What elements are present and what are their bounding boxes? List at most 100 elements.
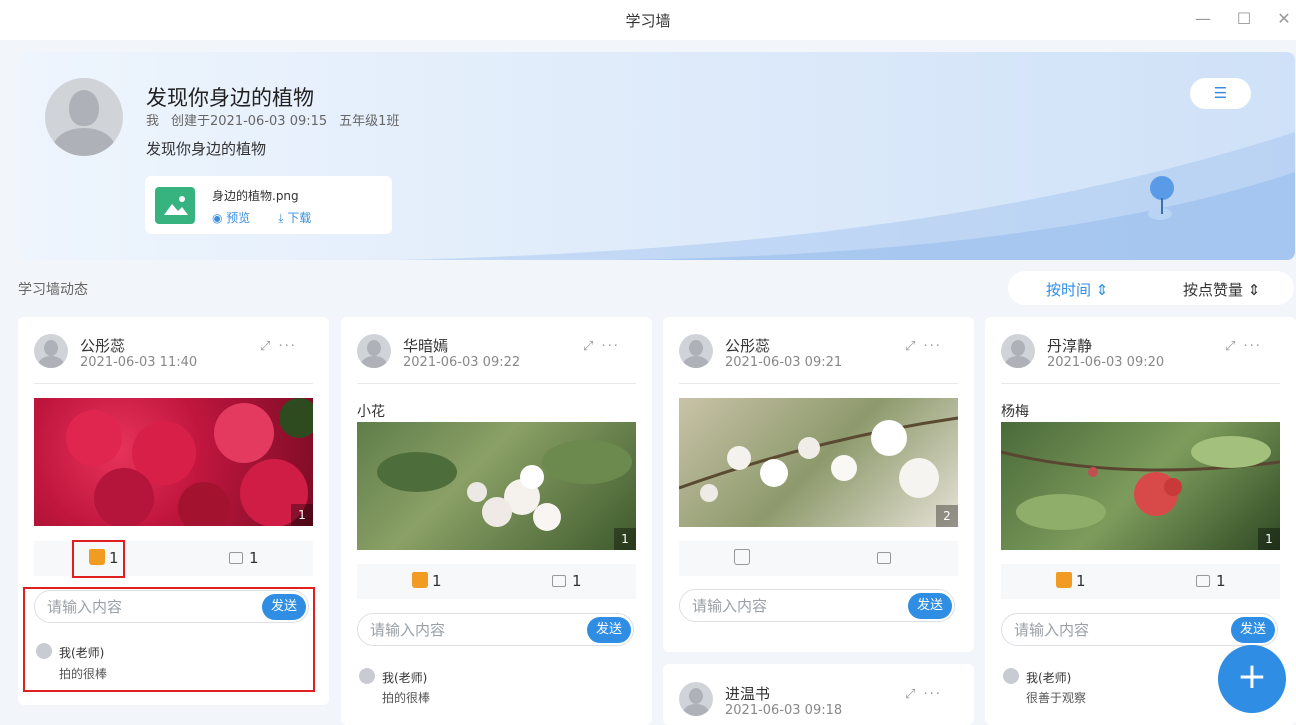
add-post-button[interactable]: +: [1218, 645, 1286, 713]
post-ops: ⤢ ···: [583, 339, 620, 354]
thumbs-up-icon: [1056, 572, 1072, 588]
post-author: 公彤蕊: [725, 337, 771, 355]
comment-icon: [229, 552, 243, 564]
post-photo[interactable]: 1: [357, 422, 636, 550]
comment-input[interactable]: [1014, 621, 1214, 639]
post-author: 公彤蕊: [80, 337, 126, 355]
stats-bar: 1 1: [1001, 564, 1280, 599]
comment-icon: [877, 552, 891, 564]
comment-input[interactable]: [370, 621, 570, 639]
more-icon[interactable]: ···: [1244, 339, 1262, 354]
author-avatar: [45, 78, 123, 156]
list-menu-button[interactable]: ☰: [1190, 78, 1251, 109]
comment-button[interactable]: 1: [552, 572, 582, 590]
more-icon[interactable]: ···: [602, 339, 620, 354]
plus-icon: +: [1236, 656, 1268, 697]
avatar: [357, 334, 391, 368]
topic-description: 发现你身边的植物: [146, 140, 267, 158]
post-ops: ⤢ ···: [905, 687, 942, 702]
section-title: 学习墙动态: [18, 282, 88, 298]
comment-avatar: [359, 668, 375, 684]
sort-by-time[interactable]: 按时间 ⇕: [1046, 279, 1108, 300]
post-photo[interactable]: 2: [679, 398, 958, 527]
comment-author: 我(老师): [1026, 671, 1072, 685]
like-button[interactable]: [734, 549, 754, 567]
download-link[interactable]: ⤓ 下载: [278, 211, 323, 225]
post-time: 2021-06-03 09:18: [725, 703, 843, 718]
white-flower-image: [377, 440, 632, 531]
divider: [1001, 383, 1280, 384]
sort-by-likes[interactable]: 按点赞量 ⇕: [1183, 279, 1260, 300]
comment-input-wrap: 发送: [357, 613, 634, 646]
photo-count: 1: [614, 528, 636, 550]
topic-class: 五年级1班: [339, 114, 400, 129]
more-icon[interactable]: ···: [924, 687, 942, 702]
post-time: 2021-06-03 09:21: [725, 355, 843, 370]
photo-count: 2: [936, 505, 958, 527]
avatar: [1001, 334, 1035, 368]
attachment-name: 身边的植物.png: [212, 189, 299, 203]
post-time: 2021-06-03 09:22: [403, 355, 521, 370]
preview-link[interactable]: ◉ 预览: [212, 211, 262, 225]
post-photo[interactable]: 1: [34, 398, 313, 526]
thumbs-up-icon: [734, 549, 750, 565]
like-button[interactable]: 1: [412, 572, 442, 590]
thumbs-up-icon: [412, 572, 428, 588]
more-icon[interactable]: ···: [924, 339, 942, 354]
post-caption: 小花: [357, 404, 385, 420]
bougainvillea-image: [66, 398, 313, 526]
divider: [357, 383, 636, 384]
minimize-icon[interactable]: —: [1193, 9, 1213, 29]
send-button[interactable]: 发送: [587, 617, 631, 643]
post-author: 进温书: [725, 685, 771, 703]
expand-icon[interactable]: ⤢: [1225, 339, 1237, 354]
expand-icon[interactable]: ⤢: [905, 687, 917, 702]
post-time: 2021-06-03 09:20: [1047, 355, 1165, 370]
comment-input-wrap: 发送: [679, 589, 955, 622]
expand-icon[interactable]: ⤢: [583, 339, 595, 354]
comment-button[interactable]: 1: [1196, 572, 1226, 590]
post-ops: ⤢ ···: [260, 339, 297, 354]
expand-icon[interactable]: ⤢: [905, 339, 917, 354]
comment-button[interactable]: [877, 549, 897, 567]
comment-input-wrap: 发送: [1001, 613, 1278, 646]
sort-bar: 按时间 ⇕ 按点赞量 ⇕: [1008, 271, 1294, 305]
photo-count: 1: [291, 504, 313, 526]
stats-bar: 1 1: [357, 564, 636, 599]
comment-author: 我(老师): [382, 671, 428, 685]
expand-icon[interactable]: ⤢: [260, 339, 272, 354]
photo-count: 1: [1258, 528, 1280, 550]
topic-meta: 我创建于2021-06-03 09:15 五年级1班: [146, 110, 411, 129]
window-title: 学习墙: [625, 12, 671, 30]
post-ops: ⤢ ···: [905, 339, 942, 354]
send-button[interactable]: 发送: [908, 593, 952, 619]
topic-banner: 发现你身边的植物 我创建于2021-06-03 09:15 五年级1班 发现你身边…: [18, 52, 1295, 260]
divider: [679, 383, 958, 384]
comment-input[interactable]: [692, 597, 892, 615]
post-time: 2021-06-03 11:40: [80, 355, 198, 370]
send-button[interactable]: 发送: [1231, 617, 1275, 643]
highlight-like: [72, 540, 125, 578]
attachment-card[interactable]: 身边的植物.png ◉ 预览 ⤓ 下载: [145, 176, 392, 234]
post-photo[interactable]: 1: [1001, 422, 1280, 550]
pin-icon: [1148, 176, 1174, 220]
comment-avatar: [1003, 668, 1019, 684]
like-button[interactable]: 1: [1056, 572, 1086, 590]
avatar: [679, 682, 713, 716]
close-icon[interactable]: ✕: [1274, 9, 1294, 29]
attachment-actions: ◉ 预览 ⤓ 下载: [212, 209, 335, 226]
white-blossom-image: [679, 416, 958, 502]
maximize-icon[interactable]: ☐: [1234, 9, 1254, 29]
comment-text: 很善于观察: [1026, 691, 1087, 705]
divider: [34, 383, 313, 384]
image-file-icon: [155, 187, 195, 224]
topic-author: 我: [146, 114, 160, 129]
post-author: 丹淳静: [1047, 337, 1093, 355]
comment-icon: [552, 575, 566, 587]
comment-text: 拍的很棒: [382, 691, 431, 705]
comment-icon: [1196, 575, 1210, 587]
highlight-comment-area: [23, 587, 315, 692]
comment-button[interactable]: 1: [229, 549, 259, 567]
post-card: 公彤蕊 2021-06-03 09:21 ⤢ ··· 2 发送: [663, 317, 974, 652]
more-icon[interactable]: ···: [279, 339, 297, 354]
